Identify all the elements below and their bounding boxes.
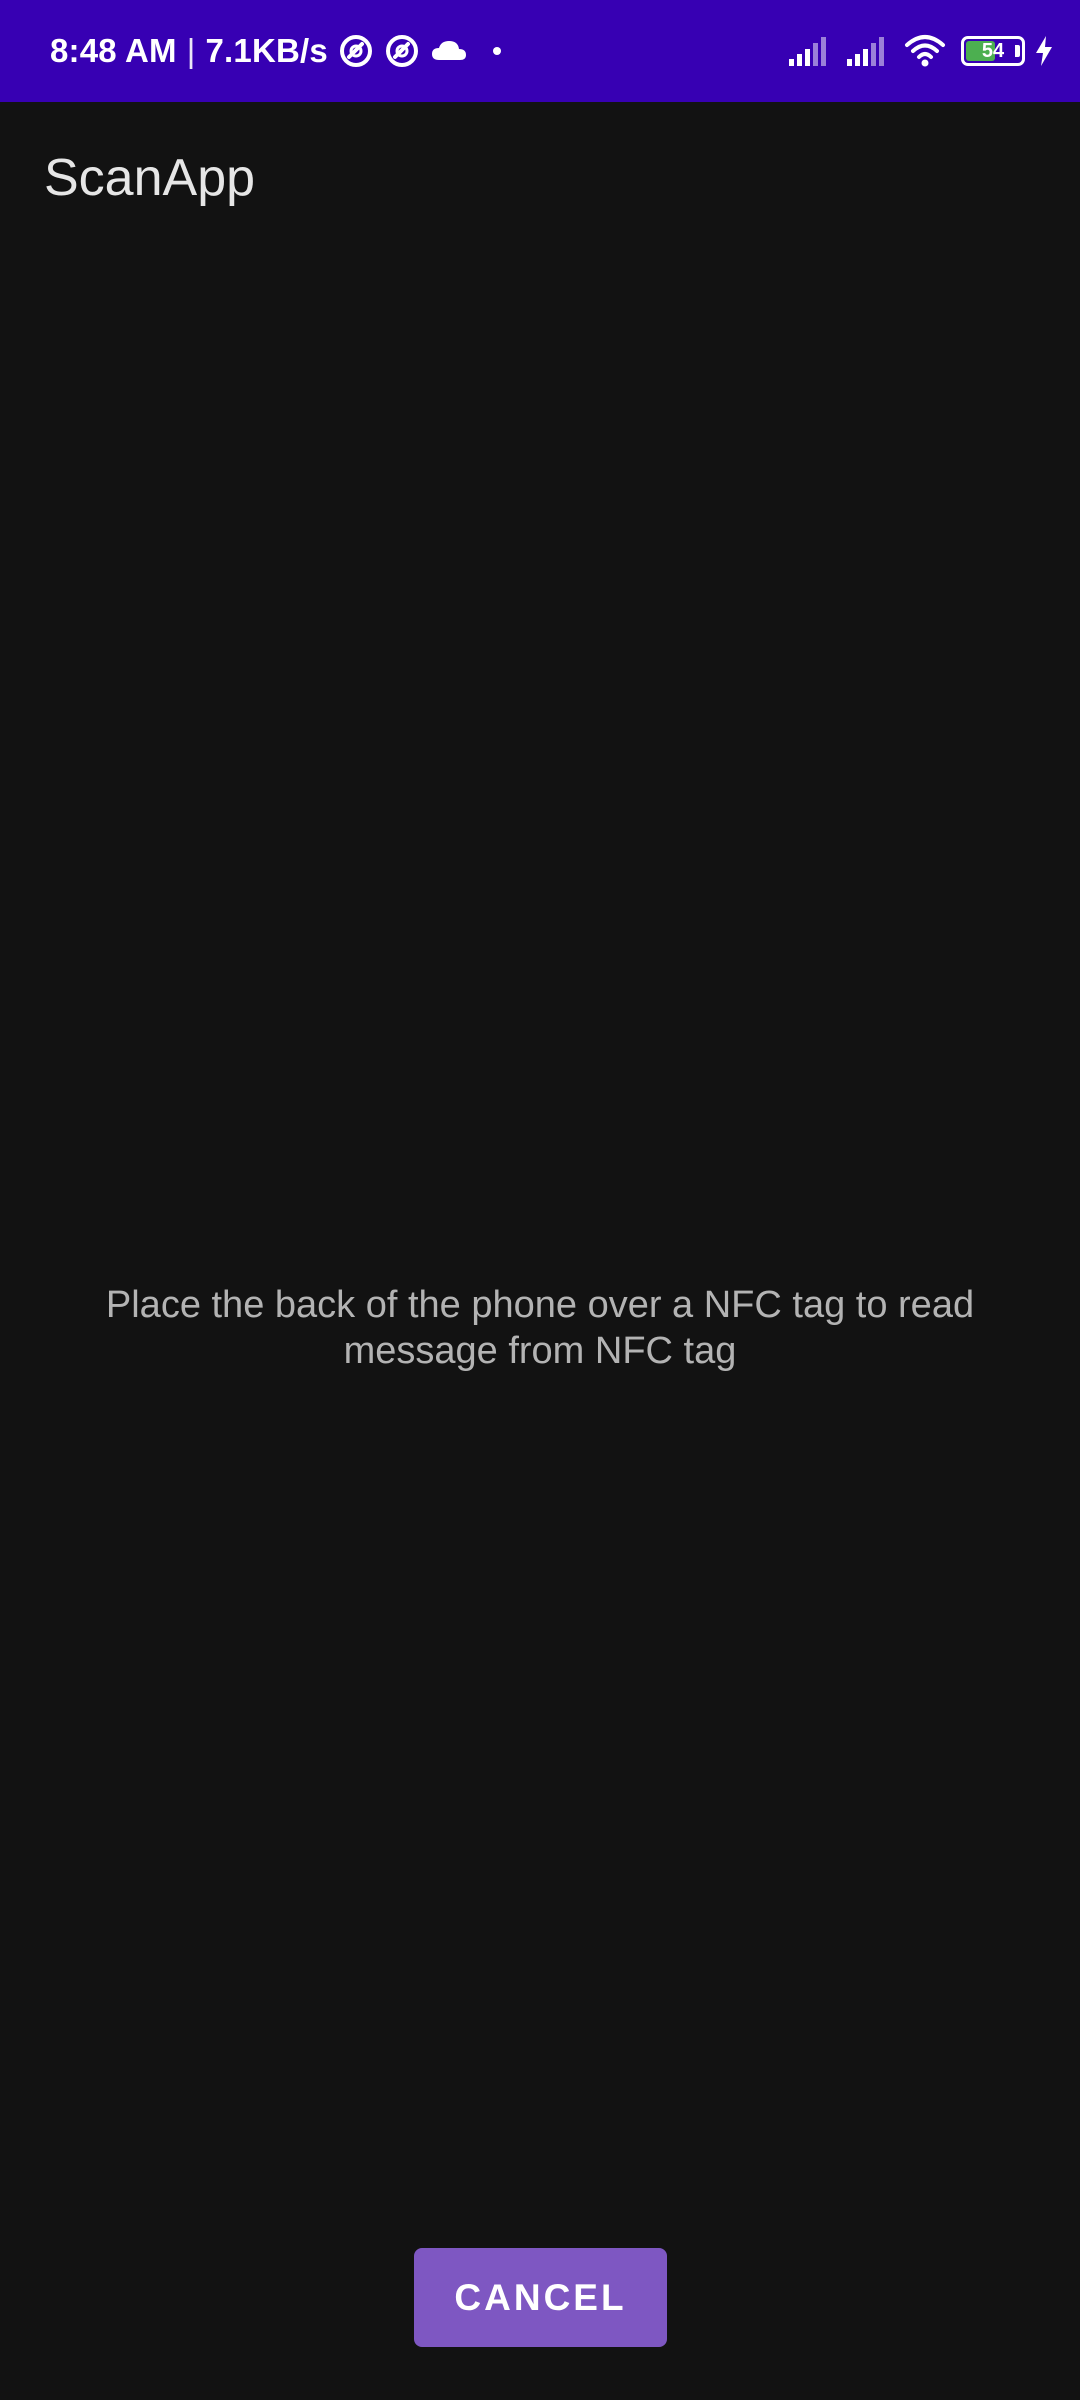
app-title: ScanApp (44, 149, 256, 207)
cancel-button[interactable]: CANCEL (414, 2248, 667, 2347)
nfc-instruction-message: Place the back of the phone over a NFC t… (105, 1284, 975, 1372)
status-time: 8:48 AM (50, 32, 177, 69)
battery-body: 54 (961, 36, 1025, 66)
battery-level: 54 (981, 40, 1005, 62)
status-bar-right: 54 (787, 0, 1054, 102)
at-sign-icon (338, 33, 374, 69)
status-separator: | (186, 32, 196, 69)
at-sign-icon (384, 33, 420, 69)
dot-icon (492, 46, 502, 56)
cell-signal-icon (845, 35, 889, 67)
status-bar-left: 8:48 AM | 7.1KB/s (50, 0, 502, 102)
cloud-icon (430, 36, 468, 66)
cell-signal-icon (787, 35, 831, 67)
screen: 8:48 AM | 7.1KB/s 54 ScanApp Place the b… (0, 0, 1080, 2400)
status-bar: 8:48 AM | 7.1KB/s 54 (0, 0, 1080, 102)
charging-bolt-icon (1034, 35, 1054, 67)
wifi-icon (903, 33, 947, 69)
status-network-speed: 7.1KB/s (205, 32, 328, 69)
battery-icon: 54 (961, 36, 1025, 66)
